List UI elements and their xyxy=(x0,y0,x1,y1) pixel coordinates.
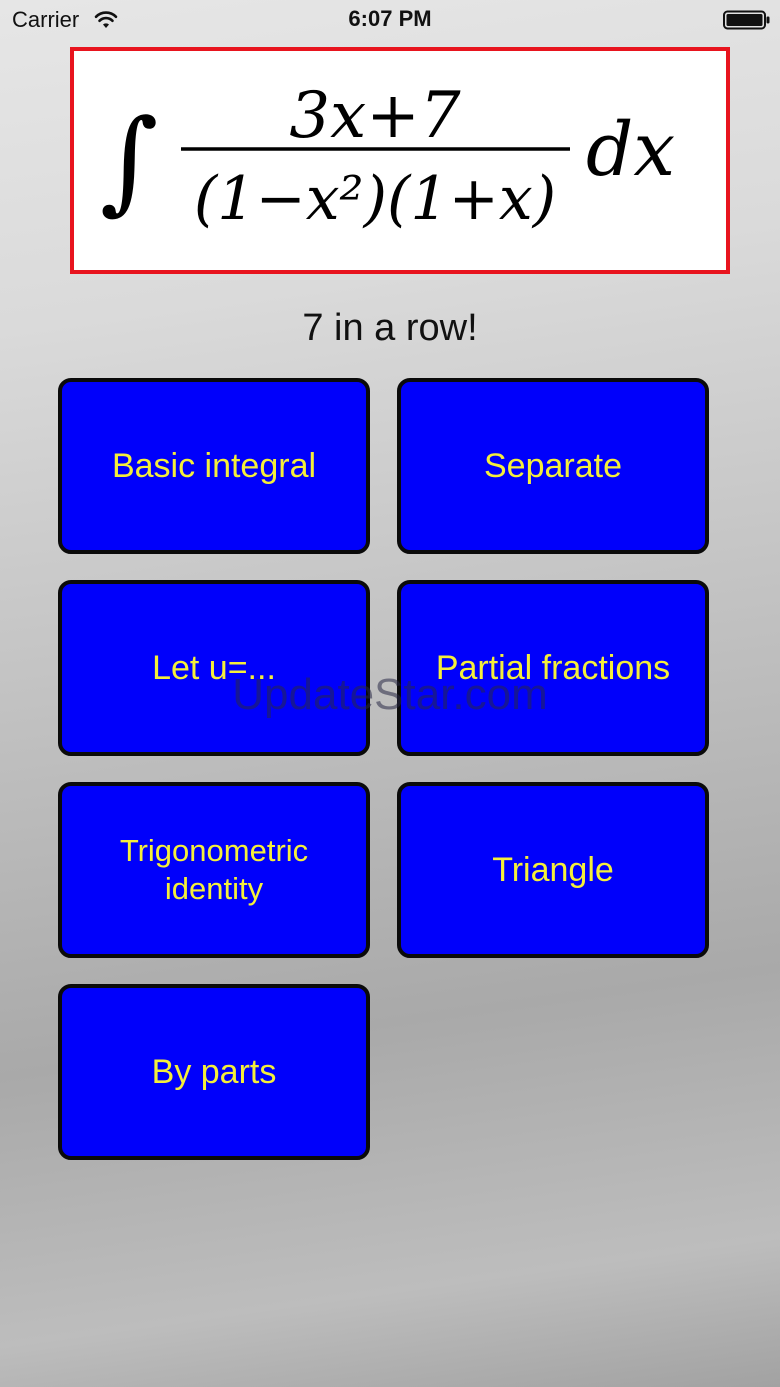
button-label: Trigonometric identity xyxy=(119,833,309,906)
partial-fractions-button[interactable]: Partial fractions xyxy=(397,580,709,756)
streak-label: 7 in a row! xyxy=(302,307,478,349)
formula-denominator: (1−x²)(1+x) xyxy=(194,164,556,234)
basic-integral-button[interactable]: Basic integral xyxy=(58,378,370,554)
formula-numerator: 3x+7 xyxy=(289,79,460,153)
battery-icon xyxy=(723,10,771,30)
triangle-button[interactable]: Triangle xyxy=(397,782,709,958)
formula-card: ∫ 3x+7 (1−x²)(1+x) dx xyxy=(70,47,730,274)
button-label: Basic integral xyxy=(111,447,317,485)
button-label: By parts xyxy=(151,1053,277,1091)
status-time: 6:07 PM xyxy=(348,6,432,31)
formula-differential: dx xyxy=(586,107,675,193)
trigonometric-identity-button[interactable]: Trigonometric identity xyxy=(58,782,370,958)
button-label: Separate xyxy=(484,447,622,485)
status-bar: Carrier 6:07 PM xyxy=(0,0,780,40)
integral-sign: ∫ xyxy=(100,96,158,226)
substitution-button[interactable]: Let u=... xyxy=(58,580,370,756)
button-label: Triangle xyxy=(492,851,614,889)
button-label: Let u=... xyxy=(152,649,276,687)
separate-button[interactable]: Separate xyxy=(397,378,709,554)
button-label: Partial fractions xyxy=(435,649,671,687)
formula-display: ∫ 3x+7 (1−x²)(1+x) dx xyxy=(100,79,675,234)
by-parts-button[interactable]: By parts xyxy=(58,984,370,1160)
